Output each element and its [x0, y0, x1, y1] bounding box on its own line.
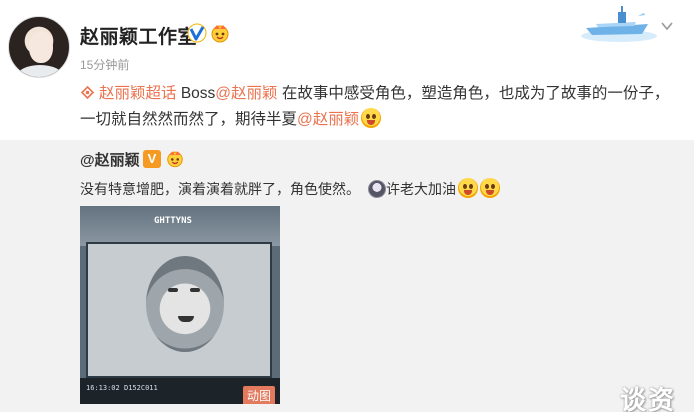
mention-link-2[interactable]: @赵丽颖 — [297, 111, 359, 128]
chevron-down-icon[interactable] — [660, 19, 674, 33]
emoji-icon — [361, 108, 382, 128]
repost-user-name[interactable]: @赵丽颖 — [80, 149, 140, 170]
ship-decoration-icon — [581, 6, 657, 42]
camera-rig — [80, 206, 280, 246]
gif-badge: 动图 — [243, 386, 276, 404]
timecode: 16:13:02 — [86, 384, 120, 392]
vip-crown-icon — [211, 25, 229, 43]
avatar-shoulder — [17, 65, 63, 77]
video-thumbnail[interactable]: GHTTYNS 16:13:02 D152C011 动图 — [80, 206, 280, 404]
cry-emoji-icon-2 — [480, 178, 500, 198]
verified-icon — [187, 23, 207, 43]
monitor-screen — [86, 242, 272, 378]
repost-tail: 许老大加油 — [386, 181, 456, 197]
face-eye-right — [190, 288, 200, 292]
monitor-face — [146, 256, 224, 352]
user-name[interactable]: 赵丽颖工作室 — [80, 22, 197, 49]
repost-card[interactable]: @赵丽颖 V 没有特意增肥，演着演着就胖了，角色使然。 许老大加油 GHTTYNS… — [0, 140, 694, 412]
supertopic-link[interactable]: 赵丽颖超话 — [99, 85, 177, 102]
avatar-face — [29, 31, 53, 63]
face-eye-left — [168, 288, 178, 292]
repost-body: 没有特意增肥，演着演着就胖了，角色使然。 — [80, 181, 360, 197]
post-time[interactable]: 15分钟前 — [80, 56, 129, 73]
camera-label: GHTTYNS — [154, 216, 192, 226]
mention-link[interactable]: @赵丽颖 — [215, 85, 277, 102]
weibo-post: 赵丽颖工作室 15分钟前 赵丽颖超话 Boss@赵丽颖 在故事中感受角色，塑造角… — [0, 0, 694, 412]
repost-text: 没有特意增肥，演着演着就胖了，角色使然。 许老大加油 — [80, 178, 500, 199]
watermark: 谈资 — [620, 385, 677, 412]
vip-crown-icon — [167, 151, 183, 168]
post-text-part1: Boss — [176, 85, 216, 102]
avatar[interactable] — [8, 16, 70, 78]
clip-id: D152C011 — [124, 384, 158, 392]
cry-emoji-icon — [458, 178, 478, 198]
post-text: 赵丽颖超话 Boss@赵丽颖 在故事中感受角色，塑造角色，也成为了故事的一份子，… — [80, 81, 680, 133]
verified-badge-icon: V — [143, 150, 161, 168]
supertopic-icon — [80, 85, 95, 100]
mini-avatar-icon — [368, 180, 386, 198]
